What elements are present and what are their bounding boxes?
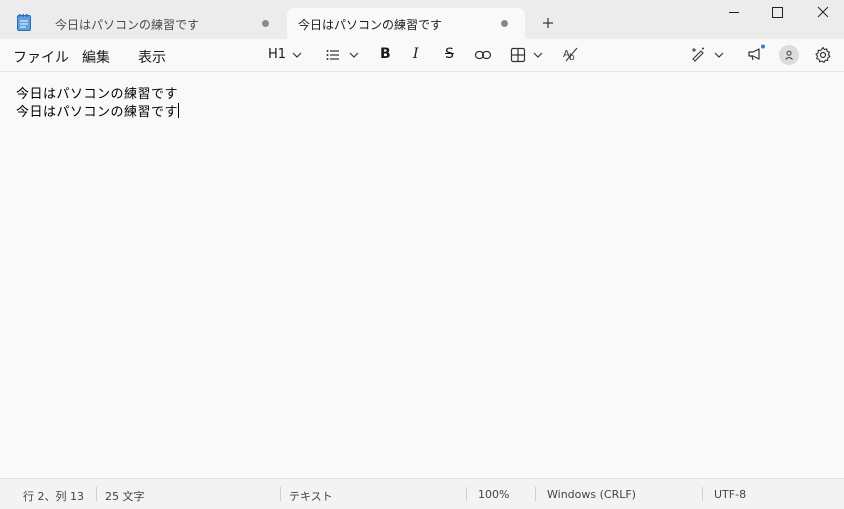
notification-dot-icon	[761, 44, 765, 49]
table-dropdown[interactable]	[510, 45, 546, 65]
gear-icon[interactable]	[814, 46, 832, 64]
pen-sparkle-icon	[692, 47, 704, 62]
link-icon[interactable]	[474, 46, 492, 64]
menu-file[interactable]: ファイル	[13, 47, 69, 67]
zoom-level[interactable]: 100%	[478, 488, 509, 501]
plus-icon[interactable]	[540, 15, 556, 31]
bullet-list-icon	[326, 50, 339, 60]
tab-document-1[interactable]: 今日はパソコンの練習です	[44, 8, 282, 39]
italic-button[interactable]: I	[413, 45, 427, 65]
maximize-icon[interactable]	[754, 0, 800, 26]
editor-line-text: 今日はパソコンの練習です	[16, 105, 179, 120]
status-divider	[702, 487, 703, 501]
heading-label: H1	[268, 47, 287, 62]
chevron-down-icon	[292, 52, 302, 58]
editor-line-text: 今日はパソコンの練習です	[16, 87, 179, 102]
character-count: 25 文字	[105, 490, 145, 503]
editor-line[interactable]: 今日はパソコンの練習です	[16, 87, 178, 103]
strikethrough-icon: S	[445, 46, 454, 62]
chevron-down-icon	[533, 52, 543, 58]
megaphone-icon[interactable]	[746, 44, 766, 64]
menu-edit[interactable]: 編集	[82, 47, 110, 67]
list-dropdown[interactable]	[325, 45, 361, 65]
status-bar: 行 2、列 13 25 文字 テキスト 100% Windows (CRLF) …	[0, 478, 844, 509]
unsaved-dot-icon[interactable]	[501, 20, 508, 27]
italic-icon: I	[413, 46, 419, 62]
line-ending[interactable]: Windows (CRLF)	[547, 488, 636, 501]
table-icon	[510, 47, 526, 63]
minimize-icon[interactable]	[711, 0, 757, 26]
status-divider	[535, 487, 536, 501]
clear-formatting-icon[interactable]: A b	[562, 45, 580, 63]
copilot-dropdown[interactable]	[690, 45, 726, 65]
title-bar: 今日はパソコンの練習です 今日はパソコンの練習です	[0, 0, 844, 39]
chevron-down-icon	[714, 52, 724, 58]
text-caret	[178, 103, 180, 118]
status-divider	[466, 487, 467, 501]
unsaved-dot-icon[interactable]	[262, 20, 269, 27]
strikethrough-button[interactable]: S	[445, 45, 459, 65]
tab-title: 今日はパソコンの練習です	[298, 18, 443, 32]
editor-line[interactable]: 今日はパソコンの練習です	[16, 103, 180, 121]
encoding[interactable]: UTF-8	[714, 488, 746, 501]
notepad-icon	[17, 14, 31, 31]
chevron-down-icon	[349, 52, 359, 58]
text-editor[interactable]: 今日はパソコンの練習です 今日はパソコンの練習です	[0, 72, 844, 478]
account-avatar[interactable]	[779, 45, 799, 65]
heading-dropdown[interactable]: H1	[268, 45, 304, 65]
status-divider	[280, 487, 281, 501]
status-divider	[96, 487, 97, 501]
person-icon	[785, 50, 793, 60]
cursor-position: 行 2、列 13	[23, 490, 84, 503]
menu-view[interactable]: 表示	[138, 47, 166, 67]
bold-button[interactable]: B	[380, 45, 394, 65]
tab-title: 今日はパソコンの練習です	[55, 18, 200, 32]
close-icon[interactable]	[800, 0, 844, 26]
toolbar: ファイル 編集 表示 H1 B I S A b	[0, 39, 844, 72]
bold-icon: B	[380, 46, 391, 62]
tab-document-2[interactable]: 今日はパソコンの練習です	[287, 8, 525, 39]
format-indicator[interactable]: テキスト	[289, 488, 333, 504]
